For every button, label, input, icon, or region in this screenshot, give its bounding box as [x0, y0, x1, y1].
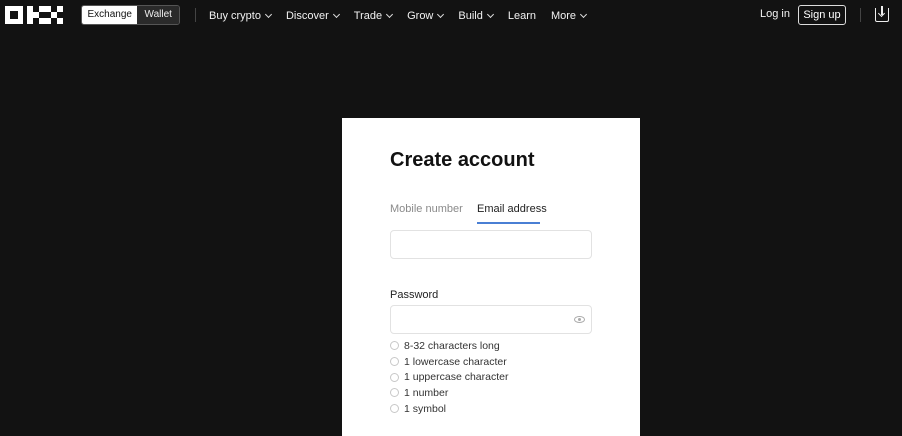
password-rule: 1 symbol: [390, 401, 508, 417]
chevron-down-icon: [437, 10, 445, 18]
menu-buy-crypto[interactable]: Buy crypto: [209, 10, 273, 22]
chevron-down-icon: [580, 10, 588, 18]
circle-icon: [390, 404, 399, 414]
circle-icon: [390, 388, 399, 398]
menu-more[interactable]: More: [551, 10, 588, 22]
password-field[interactable]: [391, 306, 591, 333]
exchange-toggle[interactable]: Exchange: [82, 6, 138, 24]
password-rule: 1 number: [390, 385, 508, 401]
nav-divider: [195, 8, 196, 22]
page-title: Create account: [390, 149, 535, 171]
chevron-down-icon: [386, 10, 394, 18]
password-label: Password: [390, 289, 439, 301]
okx-logo[interactable]: [5, 6, 63, 24]
menu-discover[interactable]: Discover: [286, 10, 340, 22]
tab-mobile-number[interactable]: Mobile number: [390, 203, 463, 215]
password-rule: 8-32 characters long: [390, 338, 508, 354]
password-field-wrapper: [390, 305, 592, 334]
password-rules: 8-32 characters long 1 lowercase charact…: [390, 338, 508, 416]
password-rule: 1 uppercase character: [390, 369, 508, 385]
download-icon[interactable]: [875, 6, 889, 22]
email-field-wrapper: [390, 230, 592, 259]
circle-icon: [390, 341, 399, 351]
menu-trade[interactable]: Trade: [354, 10, 394, 22]
circle-icon: [390, 357, 399, 367]
email-field[interactable]: [391, 231, 591, 258]
menu-grow[interactable]: Grow: [407, 10, 445, 22]
login-link[interactable]: Log in: [760, 8, 790, 20]
menu-build[interactable]: Build: [458, 10, 494, 22]
tab-email-address[interactable]: Email address: [477, 203, 547, 215]
nav-divider: [860, 8, 861, 22]
password-rule: 1 lowercase character: [390, 354, 508, 370]
active-tab-indicator: [477, 222, 540, 224]
chevron-down-icon: [264, 10, 273, 18]
exchange-wallet-switch: Exchange Wallet: [81, 5, 180, 25]
signup-card: Create account Mobile number Email addre…: [342, 118, 640, 436]
chevron-down-icon: [332, 10, 340, 18]
circle-icon: [390, 372, 399, 382]
eye-icon[interactable]: [574, 316, 585, 323]
wallet-toggle[interactable]: Wallet: [137, 6, 179, 24]
menu-learn[interactable]: Learn: [508, 10, 536, 22]
main-menu: Buy crypto Discover Trade Grow Build Lea…: [209, 0, 601, 31]
chevron-down-icon: [486, 10, 494, 18]
top-nav: Exchange Wallet Buy crypto Discover Trad…: [0, 0, 902, 31]
signup-button[interactable]: Sign up: [798, 5, 846, 25]
